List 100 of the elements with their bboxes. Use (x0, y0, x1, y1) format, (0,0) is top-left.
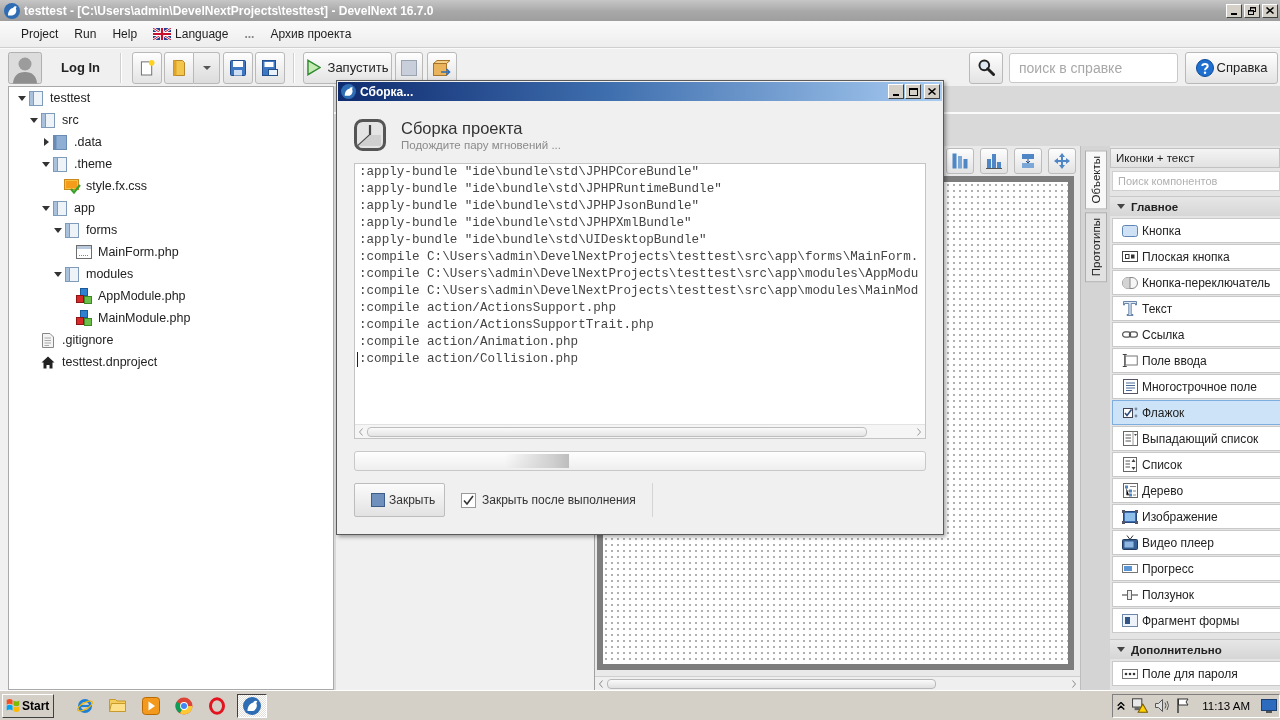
designer-tool-button[interactable] (946, 148, 974, 174)
menu-item[interactable]: Архив проекта (262, 24, 360, 44)
section-header[interactable]: Главное (1110, 196, 1280, 216)
caret-down-icon[interactable] (18, 95, 26, 101)
segmented-circle-icon[interactable] (174, 696, 193, 715)
flat-button-icon (1122, 251, 1138, 262)
panel-tab[interactable]: Прототипы (1085, 212, 1107, 283)
help-search-field[interactable]: поиск в справке (1009, 52, 1178, 83)
password-field-icon (1122, 668, 1138, 679)
play-tile-icon[interactable] (141, 696, 160, 715)
tree-item-label[interactable]: .theme (74, 157, 113, 171)
checkbox[interactable] (461, 492, 476, 508)
restore-icon (1248, 6, 1256, 15)
horizontal-scrollbar[interactable] (595, 676, 1080, 690)
save-all-button[interactable] (255, 51, 285, 84)
menu-item[interactable]: Project (13, 24, 67, 44)
round-logo-icon[interactable] (243, 696, 261, 715)
designer-tool-button[interactable] (980, 148, 1008, 174)
caret-down-icon[interactable] (42, 161, 50, 167)
component-item[interactable]: Выпадающий список (1112, 426, 1280, 451)
caret-down-icon[interactable] (54, 227, 62, 233)
tree-item-label[interactable]: app (74, 201, 95, 215)
run-button[interactable]: Запустить (303, 51, 392, 84)
component-item[interactable]: Флажок (1112, 400, 1280, 425)
component-item[interactable]: Видео плеер (1112, 530, 1280, 555)
double-chevron-icon[interactable] (1117, 701, 1126, 710)
minimize-icon (893, 93, 899, 96)
tree-item-label[interactable]: testtest.dnproject (62, 355, 158, 369)
tree-item-label[interactable]: .gitignore (62, 333, 114, 347)
search-button[interactable] (969, 51, 1003, 84)
start-button[interactable]: Start (2, 693, 54, 718)
text-field-icon (1122, 354, 1138, 367)
menu-item[interactable]: Run (66, 24, 105, 44)
tree-item-label[interactable]: MainModule.php (98, 311, 191, 325)
component-item[interactable]: Многострочное поле (1112, 374, 1280, 399)
component-item[interactable]: Поле для пароля (1112, 661, 1280, 686)
component-item[interactable]: Плоская кнопка (1112, 244, 1280, 269)
view-mode-dropdown[interactable]: Иконки + текст (1110, 148, 1280, 168)
caret-right-icon[interactable] (43, 138, 49, 146)
form-fragment-icon (1122, 614, 1138, 627)
tree-item-label[interactable]: AppModule.php (98, 289, 186, 303)
scroll-left-icon[interactable] (599, 679, 603, 688)
close-dialog-button[interactable]: Закрыть (354, 483, 445, 517)
scrollbar-thumb[interactable] (367, 426, 867, 437)
menu-item[interactable]: Language (145, 24, 237, 44)
component-item[interactable]: Ссылка (1112, 322, 1280, 347)
log-line: :apply-bundle "ide\bundle\std\JPHPCoreBundle" (359, 164, 700, 181)
tree-item-label[interactable]: modules (86, 267, 134, 281)
orbit-e-icon[interactable] (75, 696, 94, 715)
tree-item-label[interactable]: .data (74, 135, 102, 149)
flag-icon[interactable] (1177, 698, 1190, 713)
component-search-field[interactable]: Поиск компонентов (1112, 171, 1280, 191)
new-page-icon (139, 59, 155, 76)
close-button[interactable] (924, 84, 940, 99)
maximize-button[interactable] (905, 84, 921, 99)
taskbar-button[interactable] (237, 693, 267, 718)
tree-item-label[interactable]: style.fx.css (86, 179, 148, 193)
component-item[interactable]: Поле ввода (1112, 348, 1280, 373)
caret-down-icon[interactable] (42, 205, 50, 211)
component-item[interactable]: Ползунок (1112, 582, 1280, 607)
log-scrollbar[interactable] (355, 424, 925, 438)
component-item[interactable]: Фрагмент формы (1112, 608, 1280, 633)
tree-item-label[interactable]: forms (86, 223, 118, 237)
scroll-right-icon[interactable] (1072, 679, 1076, 688)
component-item[interactable]: Дерево (1112, 478, 1280, 503)
component-item[interactable]: Кнопка (1112, 218, 1280, 243)
save-button[interactable] (223, 51, 253, 84)
component-item[interactable]: Изображение (1112, 504, 1280, 529)
checkbox-label: Закрыть после выполнения (482, 493, 636, 507)
speaker-icon[interactable] (1155, 699, 1171, 712)
minimize-button[interactable] (1226, 3, 1242, 18)
minimize-button[interactable] (888, 84, 904, 99)
designer-tool-button[interactable] (1048, 148, 1076, 174)
tree-item-label[interactable]: MainForm.php (98, 245, 179, 259)
component-item[interactable]: Список (1112, 452, 1280, 477)
dropdown-list-icon (1122, 431, 1138, 446)
tree-icon (1122, 483, 1138, 498)
caret-down-icon[interactable] (30, 117, 38, 123)
network-warning-icon[interactable] (1132, 698, 1149, 713)
section-header[interactable]: Дополнительно (1110, 639, 1280, 659)
monitor-icon[interactable] (1261, 698, 1277, 713)
designer-tool-button[interactable] (1014, 148, 1042, 174)
restore-button[interactable] (1244, 3, 1260, 18)
scrollbar-thumb[interactable] (607, 678, 936, 689)
component-item[interactable]: Кнопка-переключатель (1112, 270, 1280, 295)
component-item[interactable]: Прогресс (1112, 556, 1280, 581)
tree-item-label[interactable]: src (62, 113, 79, 127)
tree-item-label[interactable]: testtest (50, 91, 91, 105)
component-item[interactable]: Текст (1112, 296, 1280, 321)
menu-item[interactable]: Help (104, 24, 146, 44)
login-button[interactable]: Log In (61, 60, 100, 75)
caret-down-icon[interactable] (54, 271, 62, 277)
new-file-button[interactable] (132, 51, 162, 84)
ring-icon[interactable] (208, 696, 225, 715)
log-line: :apply-bundle "ide\bundle\std\JPHPXmlBundle" (359, 215, 692, 232)
close-button[interactable] (1262, 3, 1278, 18)
open-button[interactable] (164, 51, 194, 84)
help-button[interactable]: Справка (1185, 51, 1278, 84)
panel-tab[interactable]: Объекты (1085, 150, 1107, 210)
log-line: :apply-bundle "ide\bundle\std\JPHPJsonBundle" (359, 198, 700, 215)
